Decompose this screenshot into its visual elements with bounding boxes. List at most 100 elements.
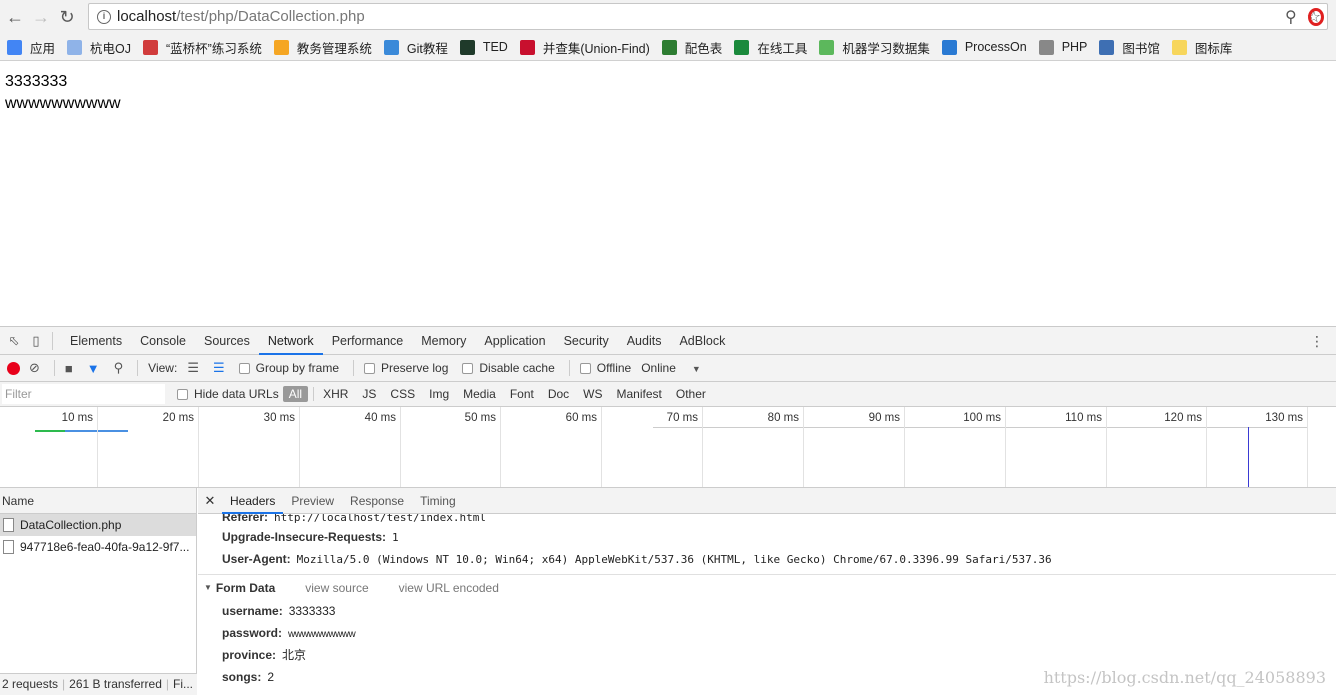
bookmark-item[interactable]: Git教程	[383, 38, 448, 57]
key-icon[interactable]: ⚲	[1285, 7, 1297, 27]
opera-extension-icon[interactable]	[1308, 8, 1324, 26]
filter-type-css[interactable]: CSS	[384, 386, 421, 402]
dropdown-arrow-icon: ▼	[691, 364, 701, 374]
timeline-gridline	[601, 407, 602, 487]
tab-application[interactable]: Application	[475, 327, 554, 355]
bookmark-label: 并查集(Union-Find)	[542, 41, 650, 56]
bookmark-item[interactable]: 配色表	[661, 38, 722, 57]
bookmark-label: 应用	[30, 41, 56, 56]
tab-performance[interactable]: Performance	[323, 327, 413, 355]
tab-network[interactable]: Network	[258, 327, 323, 355]
more-options-icon[interactable]: ⋮	[1310, 333, 1324, 350]
bookmark-item[interactable]: 应用	[7, 38, 55, 57]
form-field-row: password: wwwwwwwwww	[198, 622, 1336, 644]
bookmark-item[interactable]: 机器学习数据集	[819, 38, 930, 57]
waterfall-overview-icon[interactable]: ☰	[213, 360, 225, 376]
header-name: User-Agent:	[222, 552, 291, 566]
filter-type-doc[interactable]: Doc	[542, 386, 575, 402]
forward-arrow-icon[interactable]: →	[28, 4, 54, 30]
detail-tab-preview[interactable]: Preview	[283, 488, 342, 514]
controls-separator	[137, 360, 139, 376]
form-field-value: 3333333	[288, 604, 336, 618]
clear-icon[interactable]: ⊘	[29, 360, 40, 376]
form-field-name: province:	[222, 648, 277, 662]
timeline-tick-label: 120 ms	[1164, 412, 1202, 424]
network-timeline[interactable]: 10 ms 20 ms 30 ms 40 ms 50 ms 60 ms 70 ms 80 ms…	[0, 407, 1336, 488]
close-icon[interactable]: ✕	[198, 493, 222, 509]
form-data-section-header[interactable]: ▼ Form Data view source view URL encoded	[198, 574, 1336, 600]
request-detail-pane: ✕ Headers Preview Response Timing Referer: h…	[198, 488, 1336, 695]
bookmark-item[interactable]: 图书馆	[1099, 38, 1160, 57]
filter-type-img[interactable]: Img	[423, 386, 455, 402]
filter-type-js[interactable]: JS	[356, 386, 382, 402]
throttle-select[interactable]: Online ▼	[641, 361, 701, 375]
request-row[interactable]: 947718e6-fea0-40fa-9a12-9f7...	[0, 536, 196, 558]
tab-elements[interactable]: Elements	[61, 327, 131, 355]
bookmark-item[interactable]: ProcessOn	[941, 39, 1027, 55]
view-source-link[interactable]: view source	[305, 581, 368, 595]
tab-security[interactable]: Security	[555, 327, 618, 355]
hide-data-urls-checkbox[interactable]: Hide data URLs	[177, 387, 279, 401]
bookmark-item[interactable]: 杭电OJ	[67, 38, 131, 57]
tab-separator	[52, 331, 53, 350]
bookmark-item[interactable]: PHP	[1038, 39, 1087, 55]
bookmark-item[interactable]: 教务管理系统	[273, 38, 372, 57]
bookmark-item[interactable]: 并查集(Union-Find)	[519, 38, 650, 57]
info-icon[interactable]: i	[97, 9, 111, 24]
timeline-gridline	[702, 407, 703, 487]
reload-icon[interactable]: ↻	[54, 4, 80, 30]
bookmark-item[interactable]: 图标库	[1171, 38, 1232, 57]
disable-cache-checkbox[interactable]: Disable cache	[462, 361, 555, 375]
group-by-frame-checkbox[interactable]: Group by frame	[238, 361, 339, 375]
detail-tab-response[interactable]: Response	[342, 488, 412, 514]
bookmark-item[interactable]: “蓝桥杯”练习系统	[143, 38, 262, 57]
filter-type-manifest[interactable]: Manifest	[611, 386, 668, 402]
view-url-encoded-link[interactable]: view URL encoded	[399, 581, 499, 595]
network-status-bar: 2 requests | 261 B transferred | Fi...	[0, 673, 197, 695]
preserve-log-checkbox[interactable]: Preserve log	[364, 361, 448, 375]
filter-funnel-icon[interactable]: ▼	[87, 361, 100, 376]
tab-adblock[interactable]: AdBlock	[670, 327, 734, 355]
inspect-element-icon[interactable]: ⬁	[6, 333, 22, 349]
bookmarks-bar: 应用 杭电OJ “蓝桥杯”练习系统 教务管理系统 Git教程 TED 并查集(Union-F…	[0, 34, 1336, 61]
timeline-gridline	[803, 407, 804, 487]
watermark: https://blog.csdn.net/qq_24058893	[1043, 668, 1326, 687]
filter-type-xhr[interactable]: XHR	[317, 386, 354, 402]
bookmark-favicon-icon	[734, 39, 750, 55]
filter-type-other[interactable]: Other	[670, 386, 712, 402]
back-arrow-icon[interactable]: ←	[2, 4, 28, 30]
throttle-value: Online	[641, 361, 676, 375]
bookmark-favicon-icon	[273, 39, 289, 55]
filter-type-ws[interactable]: WS	[577, 386, 608, 402]
finish-time: Fi...	[173, 677, 194, 691]
bookmark-item[interactable]: 在线工具	[734, 38, 807, 57]
large-rows-icon[interactable]: ☰	[187, 360, 199, 376]
search-icon[interactable]: ⚲	[114, 360, 124, 376]
tab-console[interactable]: Console	[131, 327, 195, 355]
bookmark-label: 图书馆	[1122, 41, 1160, 56]
address-bar[interactable]: i localhost/test/php/DataCollection.php …	[88, 3, 1328, 30]
request-row[interactable]: DataCollection.php	[0, 514, 196, 536]
detail-tab-headers[interactable]: Headers	[222, 488, 284, 514]
tab-audits[interactable]: Audits	[618, 327, 671, 355]
bookmark-label: 机器学习数据集	[842, 41, 930, 56]
bookmark-item[interactable]: TED	[459, 39, 508, 55]
screenshot-camera-icon[interactable]: ■	[65, 361, 73, 376]
preserve-log-label: Preserve log	[381, 361, 449, 375]
bookmark-favicon-icon	[519, 39, 535, 55]
name-column-header[interactable]: Name	[0, 488, 196, 514]
header-value: Mozilla/5.0 (Windows NT 10.0; Win64; x64…	[296, 553, 1052, 566]
filter-input[interactable]: Filter	[2, 384, 165, 404]
header-value: http://localhost/test/index.html	[274, 514, 486, 524]
devtools-panel: ⬁ ▯ Elements Console Sources Network Perform…	[0, 326, 1336, 695]
record-icon[interactable]	[7, 361, 20, 375]
filter-type-media[interactable]: Media	[457, 386, 502, 402]
offline-checkbox[interactable]: Offline	[579, 361, 631, 375]
filter-type-font[interactable]: Font	[504, 386, 540, 402]
tab-memory[interactable]: Memory	[412, 327, 475, 355]
filter-type-all[interactable]: All	[282, 386, 309, 402]
tab-sources[interactable]: Sources	[195, 327, 259, 355]
detail-tab-timing[interactable]: Timing	[412, 488, 464, 514]
bookmark-favicon-icon	[143, 39, 158, 55]
device-toolbar-icon[interactable]: ▯	[28, 333, 44, 349]
